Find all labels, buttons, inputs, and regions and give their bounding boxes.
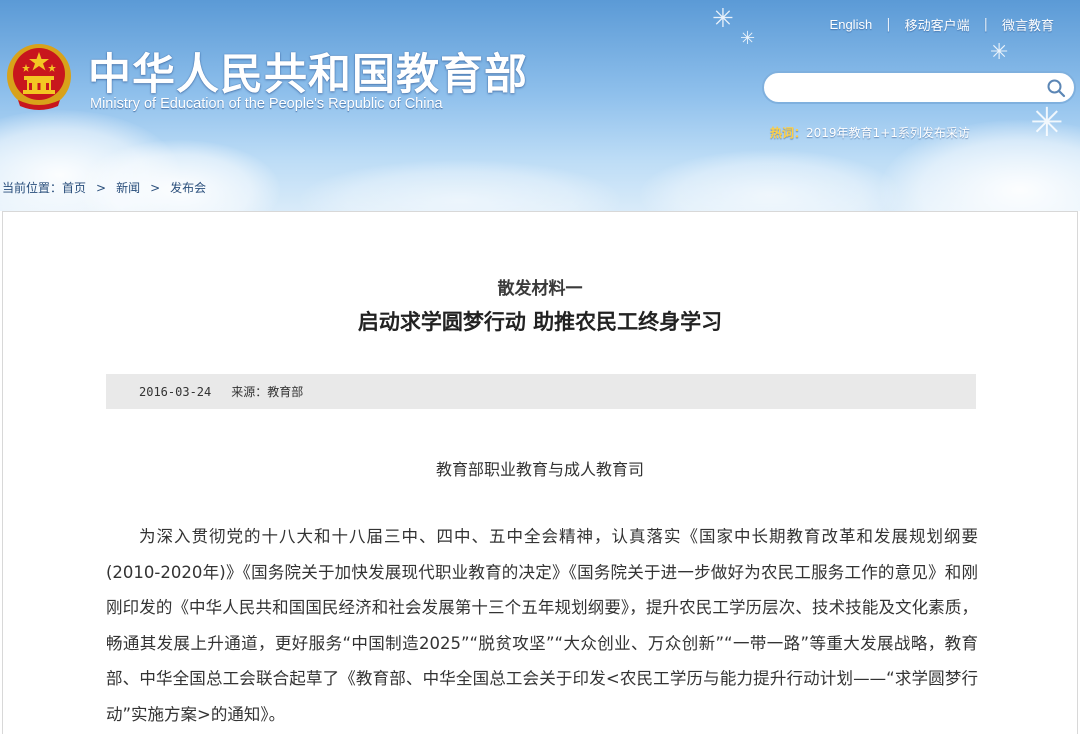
breadcrumb-separator: >: [150, 180, 161, 195]
hotword-link[interactable]: 2019年教育1+1系列发布采访: [806, 126, 970, 140]
dandelion-icon: ✳: [712, 4, 734, 34]
link-english[interactable]: English: [830, 17, 873, 32]
hotwords: 热词：2019年教育1+1系列发布采访: [770, 124, 970, 141]
breadcrumb-item-press[interactable]: 发布会: [170, 179, 206, 196]
breadcrumb: 当前位置： 首页 > 新闻 > 发布会: [2, 179, 206, 196]
link-separator: |: [983, 17, 988, 32]
national-emblem-icon[interactable]: [6, 40, 72, 112]
article-container: 散发材料一 启动求学圆梦行动 助推农民工终身学习 2016-03-24 来源：教…: [2, 211, 1078, 734]
site-title[interactable]: 中华人民共和国教育部: [88, 40, 528, 102]
breadcrumb-separator: >: [96, 180, 107, 195]
hotwords-label: 热词：: [770, 126, 807, 140]
dandelion-icon: ✳: [990, 40, 1009, 65]
cloud-decoration: [300, 160, 620, 211]
article-source: 来源：教育部: [231, 385, 304, 399]
site-header: ✳ ✳ ✳ ✳ 中华人民共和国教育部 Ministry of Education…: [0, 0, 1080, 211]
cloud-decoration: [640, 150, 900, 211]
article-date: 2016-03-24: [139, 384, 212, 399]
top-links: English | 移动客户端 | 微言教育: [830, 15, 1054, 34]
search-box: [762, 71, 1076, 104]
breadcrumb-item-home[interactable]: 首页: [62, 179, 86, 196]
link-weiyan-jiaoyu[interactable]: 微言教育: [1002, 15, 1054, 34]
breadcrumb-item-news[interactable]: 新闻: [116, 179, 140, 196]
site-subtitle: Ministry of Education of the People's Re…: [90, 96, 443, 112]
breadcrumb-prefix: 当前位置：: [2, 181, 63, 195]
article-paragraph: 为深入贯彻党的十八大和十八届三中、四中、五中全会精神，认真落实《国家中长期教育改…: [106, 527, 978, 724]
link-mobile-client[interactable]: 移动客户端: [905, 15, 970, 34]
article-author: 教育部职业教育与成人教育司: [435, 460, 644, 479]
article-meta: 2016-03-24 来源：教育部: [106, 374, 976, 409]
article-label: 散发材料一: [497, 279, 583, 299]
link-separator: |: [886, 17, 891, 32]
search-input[interactable]: [776, 79, 1036, 97]
search-icon[interactable]: [1046, 78, 1066, 98]
article-title: 启动求学圆梦行动 助推农民工终身学习: [357, 310, 723, 334]
dandelion-icon: ✳: [1030, 100, 1064, 146]
dandelion-icon: ✳: [740, 28, 756, 49]
